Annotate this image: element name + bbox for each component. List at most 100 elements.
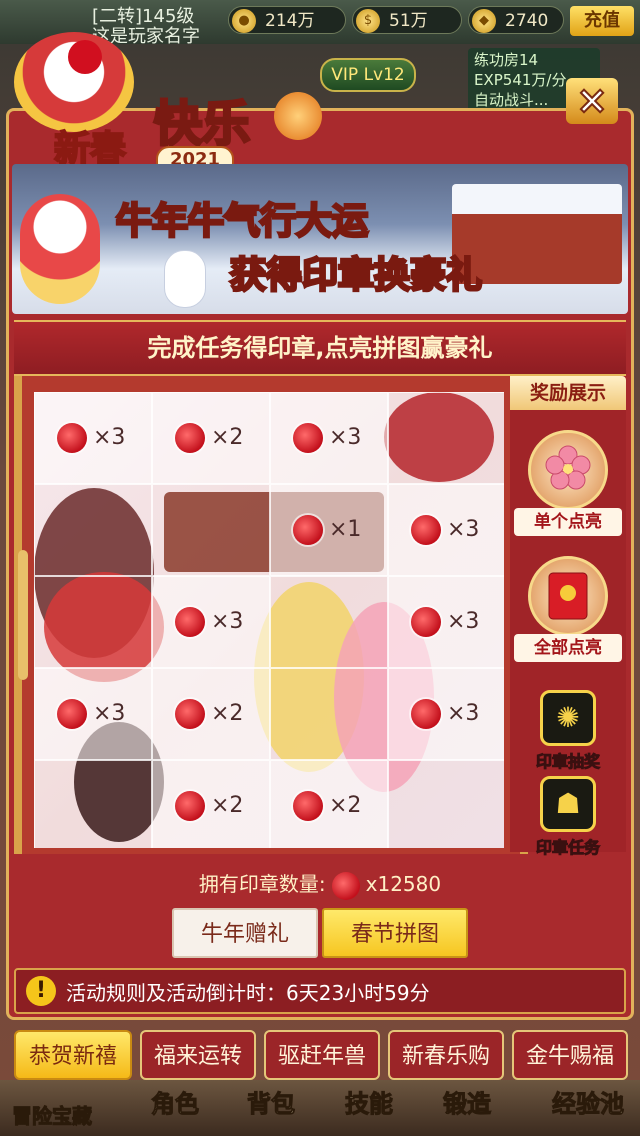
owned-seals: 拥有印章数量: x12580 xyxy=(14,866,626,902)
banner-subline-highlight: 换豪礼 xyxy=(373,254,484,298)
puzzle-piece xyxy=(270,668,388,760)
nav-character[interactable]: 角色 xyxy=(140,1084,210,1119)
puzzle-piece[interactable]: ×3 xyxy=(34,668,152,760)
puzzle-piece xyxy=(270,576,388,668)
puzzle-piece[interactable]: ×3 xyxy=(388,668,504,760)
rules-bar[interactable]: ! 活动规则及活动倒计时：6天23小时59分 xyxy=(14,968,626,1014)
seal-cost: ×3 xyxy=(93,425,126,450)
seal-icon xyxy=(293,515,323,545)
orange-icon xyxy=(274,92,322,140)
nav-backpack[interactable]: 背包 xyxy=(236,1084,306,1119)
activity-tab-fortune[interactable]: 福来运转 xyxy=(140,1030,256,1080)
reward-heading: 奖励展示 xyxy=(510,376,626,410)
seal-cost: ×2 xyxy=(211,425,244,450)
puzzle-piece[interactable]: ×2 xyxy=(152,668,270,760)
seal-cost: ×2 xyxy=(211,793,244,818)
event-logo: 新春 快乐 2021 xyxy=(14,20,322,176)
nav-forge[interactable]: 锻造 xyxy=(432,1084,502,1119)
puzzle-piece[interactable]: ×3 xyxy=(388,576,504,668)
seal-icon xyxy=(293,423,323,453)
seal-cost: ×3 xyxy=(447,517,480,542)
puzzle-piece[interactable]: ×2 xyxy=(270,760,388,848)
puzzle-piece[interactable]: ×3 xyxy=(270,392,388,484)
seal-icon xyxy=(175,791,205,821)
puzzle-piece xyxy=(34,576,152,668)
seal-cost: ×3 xyxy=(447,701,480,726)
roulette-icon: ✺ xyxy=(540,690,596,746)
warning-icon: ! xyxy=(26,976,56,1006)
seal-cost: ×2 xyxy=(329,793,362,818)
single-light-label: 单个点亮 xyxy=(514,508,622,536)
seal-cost: ×3 xyxy=(329,425,362,450)
seal-task-label: 印章任务 xyxy=(535,838,600,858)
seal-icon xyxy=(175,423,205,453)
plum-blossom-icon xyxy=(528,430,608,510)
all-light-button[interactable]: 全部点亮 xyxy=(514,556,622,662)
nav-skills[interactable]: 技能 xyxy=(334,1084,404,1119)
puzzle-piece xyxy=(34,760,152,848)
seal-icon xyxy=(293,791,323,821)
silver-coin-icon: $ xyxy=(356,9,380,33)
activity-tab-blessing[interactable]: 金牛赐福 xyxy=(512,1030,628,1080)
nav-adventure-treasure[interactable]: 冒险宝藏 xyxy=(2,1100,102,1129)
seal-icon xyxy=(411,607,441,637)
logo-text-happy: 快乐 xyxy=(152,95,251,154)
single-light-button[interactable]: 单个点亮 xyxy=(514,430,622,536)
event-banner: 牛年牛气行大运 获得印章换豪礼 xyxy=(12,164,628,314)
resource-silver[interactable]: $ 51万 xyxy=(352,6,462,34)
puzzle-piece[interactable]: ×3 xyxy=(152,576,270,668)
seal-cost: ×1 xyxy=(329,517,362,542)
owned-seals-value: x12580 xyxy=(365,872,442,896)
rules-text: 活动规则及活动倒计时：6天23小时59分 xyxy=(66,981,430,1005)
puzzle-piece xyxy=(34,484,152,576)
seal-lottery-label: 印章抽奖 xyxy=(535,752,600,772)
all-light-label: 全部点亮 xyxy=(514,634,622,662)
puzzle-piece xyxy=(388,392,504,484)
vip-badge: VIP Lv12 xyxy=(320,58,416,92)
puzzle-piece xyxy=(152,484,270,576)
seal-cost: ×3 xyxy=(211,609,244,634)
puzzle-piece xyxy=(388,760,504,848)
banner-subline: 获得印章换豪礼 xyxy=(228,246,484,298)
task-scroll-icon: ☗ xyxy=(540,776,596,832)
puzzle-piece[interactable]: ×3 xyxy=(388,484,504,576)
puzzle-board: ×3 ×2 ×3 ×1 ×3 ×3 ×3 ×3 ×2 ×3 ×2 ×2 xyxy=(34,392,504,848)
seal-icon xyxy=(175,607,205,637)
red-envelope-icon xyxy=(528,556,608,636)
puzzle-piece[interactable]: ×1 xyxy=(270,484,388,576)
banner-headline: 牛年牛气行大运 xyxy=(114,200,369,244)
recharge-button[interactable]: 充值 xyxy=(570,6,634,36)
owned-seals-label: 拥有印章数量: xyxy=(198,872,326,896)
seal-lottery-button[interactable]: ✺ 印章抽奖 xyxy=(518,690,618,780)
seal-icon xyxy=(411,699,441,729)
resource-gem[interactable]: ◆ 2740 xyxy=(468,6,564,34)
puzzle-piece[interactable]: ×2 xyxy=(152,760,270,848)
activity-tab-greetings[interactable]: 恭贺新禧 xyxy=(14,1030,132,1080)
seal-icon xyxy=(57,699,87,729)
resource-gem-value: 2740 xyxy=(505,11,549,31)
seal-cost: ×3 xyxy=(93,701,126,726)
seal-task-button[interactable]: ☗ 印章任务 xyxy=(518,776,618,866)
tab-spring-puzzle[interactable]: 春节拼图 xyxy=(322,908,468,958)
lion-dance-image xyxy=(20,194,100,304)
seal-icon xyxy=(57,423,87,453)
puzzle-piece[interactable]: ×3 xyxy=(34,392,152,484)
seal-cost: ×3 xyxy=(447,609,480,634)
seal-icon xyxy=(175,699,205,729)
red-ball-icon xyxy=(68,40,102,74)
activity-tab-beast[interactable]: 驱赶年兽 xyxy=(264,1030,380,1080)
resource-silver-value: 51万 xyxy=(389,11,428,31)
room-name: 练功房14 xyxy=(474,51,539,69)
seal-icon xyxy=(331,871,360,900)
close-button[interactable]: × xyxy=(566,77,618,124)
scroll-rail xyxy=(18,550,28,680)
seal-cost: ×2 xyxy=(211,701,244,726)
tab-new-year-gift[interactable]: 牛年赠礼 xyxy=(172,908,318,958)
snowman-image xyxy=(164,250,206,308)
nav-exp-pool[interactable]: 经验池 xyxy=(540,1084,636,1119)
puzzle-piece[interactable]: ×2 xyxy=(152,392,270,484)
banner-subline-prefix: 获得印章 xyxy=(228,254,375,298)
activity-tab-shopping[interactable]: 新春乐购 xyxy=(388,1030,504,1080)
seal-icon xyxy=(411,515,441,545)
gem-icon: ◆ xyxy=(472,9,496,33)
